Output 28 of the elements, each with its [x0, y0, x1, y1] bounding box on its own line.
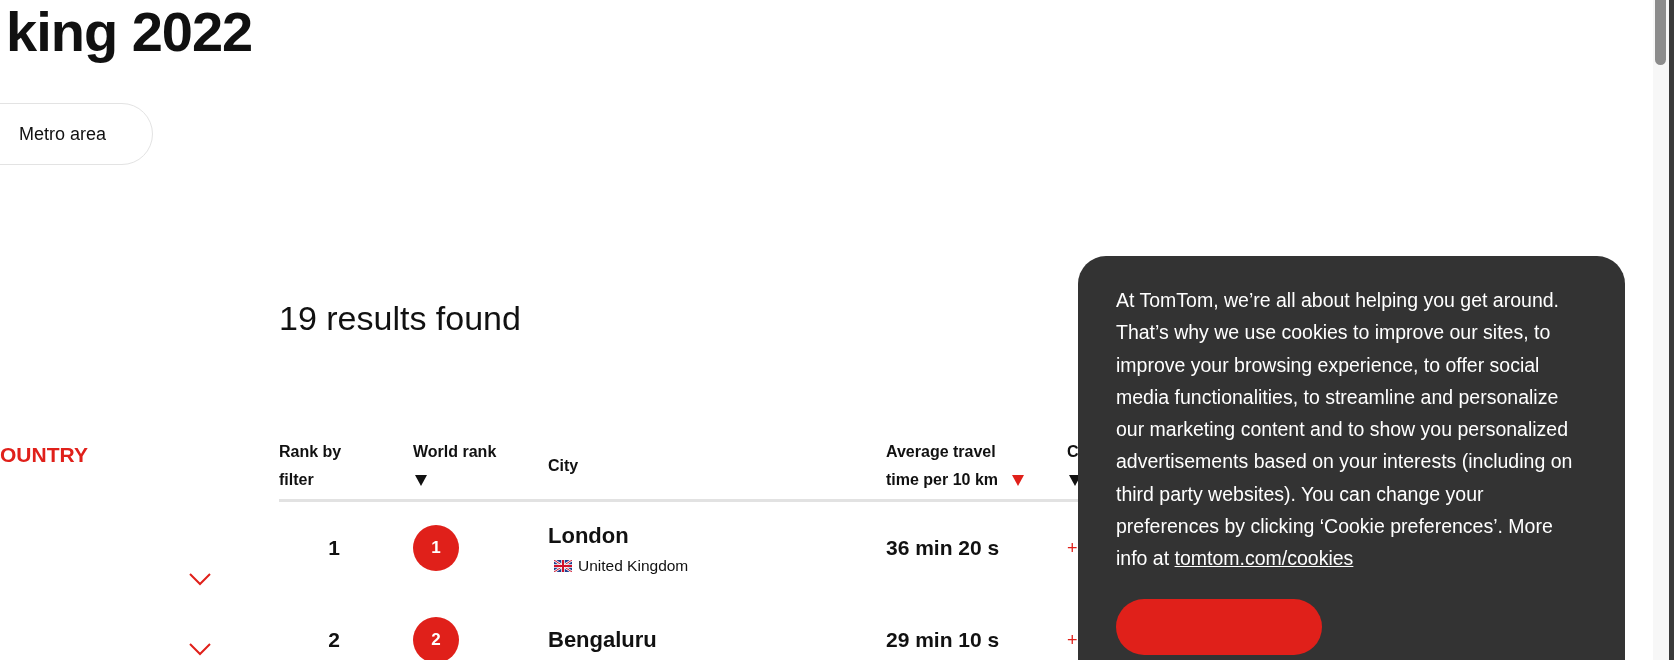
- country-name: United Kingdom: [578, 557, 689, 575]
- cookies-link[interactable]: tomtom.com/cookies: [1174, 547, 1354, 570]
- scrollbar[interactable]: [1653, 0, 1674, 660]
- rank-cell-text: 1: [327, 536, 341, 560]
- filter-pill[interactable]: Metro area: [0, 103, 153, 165]
- travel-time: 29 min 10 s: [886, 628, 1001, 652]
- chevron-icon[interactable]: [188, 572, 212, 588]
- change-cell-text: +: [1067, 537, 1079, 559]
- city-name[interactable]: Bengaluru: [548, 625, 886, 655]
- flag-icon: [554, 560, 572, 572]
- scrollbar-thumb[interactable]: [1655, 0, 1666, 65]
- column-header[interactable]: Rank by filter: [279, 437, 359, 494]
- column-header[interactable]: Average travel time per 10 km: [886, 437, 1010, 494]
- travel-time: 36 min 20 s: [886, 536, 1001, 560]
- column-header[interactable]: City: [548, 451, 579, 480]
- city-name[interactable]: London: [548, 521, 886, 551]
- column-header[interactable]: C: [1067, 437, 1079, 466]
- chevron-icon[interactable]: [188, 642, 212, 658]
- rank-cell-text: 2: [327, 628, 341, 652]
- column-header[interactable]: World rank: [413, 437, 497, 466]
- filter-heading: OUNTRY: [0, 443, 89, 467]
- world-rank-badge: 1: [413, 525, 459, 571]
- results-count: 19 results found: [279, 298, 521, 339]
- sort-arrow-icon[interactable]: [415, 474, 427, 486]
- change-cell-text: +: [1067, 629, 1079, 651]
- cookie-text: At TomTom, we’re all about helping you get around. That’s why we use cookies to improve our sites, to improve your browsing experience, to offer social media functionalities, to streamline and personalize our marketing content and to show you personalized advertisements based on your interests (including on third party websites). You can change your preferences by clicking ‘Cookie preferences’. More info at tomtom.com/cookies: [1116, 288, 1574, 572]
- page-title: king 2022: [5, 0, 254, 64]
- world-rank-badge: 2: [413, 617, 459, 660]
